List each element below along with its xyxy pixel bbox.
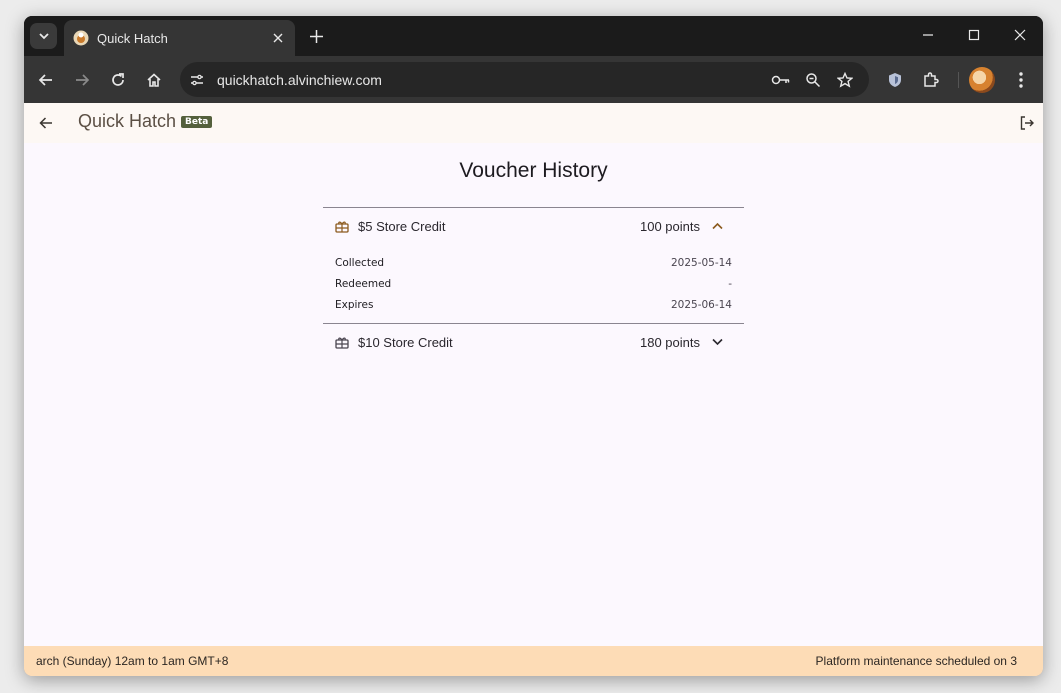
detail-value: -	[728, 277, 732, 290]
reload-button[interactable]	[105, 67, 131, 93]
browser-window: Quick Hatch quickhatch.alvinchiew.com Qu…	[24, 16, 1043, 676]
shield-extension-icon[interactable]	[881, 66, 909, 94]
password-key-icon[interactable]	[767, 66, 795, 94]
arrow-left-icon	[38, 74, 52, 86]
detail-row-redeemed: Redeemed -	[335, 273, 732, 294]
chevron-down-icon[interactable]	[708, 333, 726, 351]
voucher-row-5-credit[interactable]: $5 Store Credit 100 points	[323, 207, 744, 244]
toolbar-divider	[958, 72, 959, 88]
voucher-list: $5 Store Credit 100 points Collected 202…	[323, 207, 744, 360]
voucher-points: 100 points	[640, 218, 700, 234]
chevron-down-icon	[38, 33, 49, 40]
voucher-row-10-credit[interactable]: $10 Store Credit 180 points	[323, 323, 744, 360]
banner-text-right: Platform maintenance scheduled on 3	[815, 654, 1017, 668]
site-info-icon[interactable]	[184, 67, 210, 93]
address-bar[interactable]: quickhatch.alvinchiew.com	[180, 62, 869, 97]
detail-label: Expires	[335, 298, 374, 311]
tab-close-icon[interactable]	[268, 28, 288, 48]
app-back-button[interactable]	[34, 111, 58, 135]
extensions-puzzle-icon[interactable]	[917, 66, 945, 94]
detail-label: Collected	[335, 256, 385, 269]
maximize-icon	[968, 29, 980, 41]
close-window-button[interactable]	[1007, 24, 1033, 46]
page-content: Quick Hatch Beta Voucher History $5 Stor…	[24, 103, 1043, 676]
detail-value: 2025-06-14	[670, 298, 732, 311]
voucher-name: $10 Store Credit	[358, 334, 453, 350]
bookmark-star-icon[interactable]	[831, 66, 859, 94]
banner-text-left: arch (Sunday) 12am to 1am GMT+8	[36, 654, 229, 668]
forward-button[interactable]	[69, 67, 95, 93]
browser-toolbar: quickhatch.alvinchiew.com	[24, 56, 1043, 103]
maintenance-banner: arch (Sunday) 12am to 1am GMT+8 Platform…	[24, 646, 1043, 676]
browser-tab[interactable]: Quick Hatch	[64, 20, 295, 56]
minimize-icon	[923, 34, 933, 36]
site-favicon-icon	[73, 30, 89, 46]
maximize-button[interactable]	[961, 24, 987, 46]
url-text[interactable]: quickhatch.alvinchiew.com	[217, 72, 767, 88]
arrow-left-icon	[39, 117, 52, 129]
home-icon	[147, 73, 161, 87]
gift-card-icon	[335, 218, 351, 234]
page-title: Voucher History	[459, 159, 608, 182]
profile-avatar[interactable]	[969, 67, 995, 93]
more-menu-icon[interactable]	[1007, 66, 1035, 94]
tab-title: Quick Hatch	[97, 30, 168, 46]
app-title: Quick Hatch	[78, 111, 177, 131]
plus-icon	[309, 29, 323, 43]
logout-icon	[1020, 116, 1034, 130]
minimize-button[interactable]	[915, 24, 941, 46]
zoom-icon[interactable]	[799, 66, 827, 94]
tab-search-button[interactable]	[30, 23, 57, 49]
new-tab-button[interactable]	[306, 26, 326, 46]
voucher-points: 180 points	[640, 334, 700, 350]
logout-button[interactable]	[1015, 111, 1039, 135]
detail-row-expires: Expires 2025-06-14	[335, 294, 732, 315]
tab-strip: Quick Hatch	[24, 16, 1043, 56]
back-button[interactable]	[33, 67, 59, 93]
app-bar: Quick Hatch Beta	[24, 103, 1043, 143]
voucher-name: $5 Store Credit	[358, 218, 446, 234]
close-icon	[1014, 29, 1026, 41]
detail-value: 2025-05-14	[670, 256, 732, 269]
gift-card-icon	[335, 334, 351, 350]
chevron-up-icon[interactable]	[708, 217, 726, 235]
detail-row-collected: Collected 2025-05-14	[335, 252, 732, 273]
detail-label: Redeemed	[335, 277, 392, 290]
beta-badge: Beta	[181, 116, 213, 128]
home-button[interactable]	[141, 67, 167, 93]
reload-icon	[112, 73, 124, 86]
voucher-details: Collected 2025-05-14 Redeemed - Expires …	[323, 244, 744, 323]
arrow-right-icon	[76, 74, 90, 86]
